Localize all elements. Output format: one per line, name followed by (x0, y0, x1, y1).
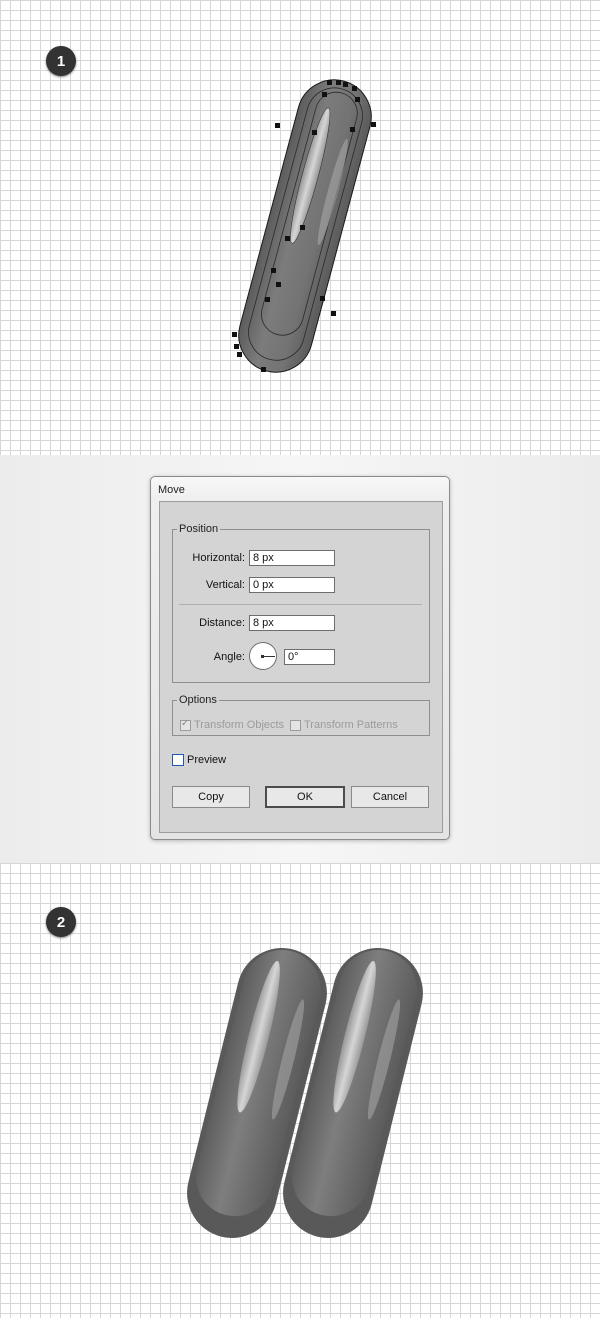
pill-shapes-duplicated (187, 948, 423, 1238)
preview-checkbox[interactable] (172, 754, 184, 766)
dialog-title: Move (158, 484, 185, 496)
angle-field[interactable]: 0° (284, 649, 335, 665)
artboard-step-1: 1 (0, 0, 600, 455)
cancel-button[interactable]: Cancel (351, 786, 429, 808)
move-dialog: Move Position Horizontal: 8 px Vertical:… (150, 476, 450, 840)
transform-patterns-checkbox[interactable] (290, 719, 301, 731)
ok-button[interactable]: OK (265, 786, 345, 808)
preview-label: Preview (187, 754, 227, 766)
distance-field[interactable]: 8 px (249, 615, 335, 631)
transform-objects-option[interactable]: Transform Objects (180, 718, 285, 731)
position-group: Position Horizontal: 8 px Vertical: 0 px… (172, 523, 430, 683)
artboard-step-2: 2 (0, 863, 600, 1318)
copy-button[interactable]: Copy (172, 786, 250, 808)
position-divider (179, 604, 422, 605)
pill-shape-selected (232, 79, 376, 373)
distance-label: Distance: (199, 617, 245, 629)
options-legend: Options (179, 694, 217, 706)
angle-hub (261, 655, 264, 658)
vertical-field[interactable]: 0 px (249, 577, 335, 593)
angle-dial-icon[interactable] (249, 642, 277, 670)
preview-option[interactable]: Preview (172, 754, 226, 766)
angle-label: Angle: (213, 651, 245, 663)
horizontal-field[interactable]: 8 px (249, 550, 335, 566)
transform-patterns-label: Transform Patterns (304, 719, 398, 731)
transform-objects-label: Transform Objects (194, 719, 285, 731)
horizontal-label: Horizontal: (192, 552, 245, 564)
dialog-body: Position Horizontal: 8 px Vertical: 0 px… (159, 501, 443, 833)
transform-objects-checkbox[interactable] (180, 718, 191, 731)
position-legend: Position (179, 523, 219, 535)
vertical-label: Vertical: (205, 579, 245, 591)
transform-patterns-option[interactable]: Transform Patterns (290, 719, 398, 731)
angle-needle (263, 656, 275, 657)
options-group: Options Transform Objects Transform Patt… (172, 694, 430, 736)
